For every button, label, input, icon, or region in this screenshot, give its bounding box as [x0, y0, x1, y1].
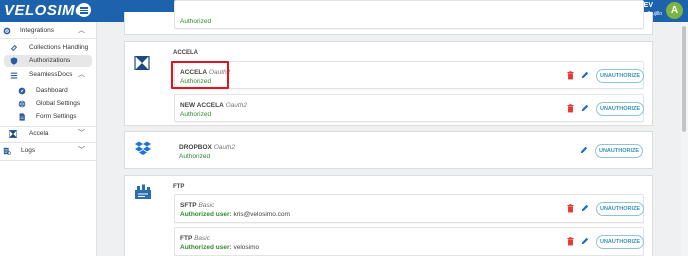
- divider: [0, 38, 97, 39]
- auth-type: Basic: [194, 235, 210, 242]
- hamburger-menu-icon[interactable]: [77, 3, 91, 17]
- pencil-icon[interactable]: [581, 237, 589, 245]
- authorization-status: Authorized user: velosimo: [180, 244, 259, 251]
- integration-card-partial: Authorized: [124, 0, 653, 35]
- globe-icon: [18, 100, 26, 108]
- document-icon: [19, 113, 25, 121]
- sidebar-item-collections-handling[interactable]: Collections Handling: [0, 42, 97, 54]
- unauthorize-button[interactable]: UNAUTHORIZE: [596, 235, 644, 249]
- shield-icon: [10, 57, 18, 65]
- authorization-item-dropbox: DROPBOX Oauth2 Authorized UNAUTHORIZE: [174, 137, 644, 165]
- unauthorize-button[interactable]: UNAUTHORIZE: [596, 202, 644, 216]
- divider: [0, 126, 97, 127]
- pencil-icon[interactable]: [581, 104, 589, 112]
- trash-icon[interactable]: [567, 204, 574, 213]
- unauthorize-button[interactable]: UNAUTHORIZE: [596, 69, 644, 83]
- authorization-item: Authorized: [174, 0, 644, 29]
- accela-logo-icon: [134, 56, 150, 70]
- sidebar-item-label: Collections Handling: [29, 44, 89, 51]
- card-title: ACCELA: [173, 50, 198, 56]
- ftp-logo-icon: [135, 184, 151, 199]
- highlight-box: [171, 61, 229, 89]
- sidebar-item-seamlessdocs[interactable]: SeamlessDocs ︿: [0, 69, 97, 81]
- sidebar-item-integrations[interactable]: Integrations ︿: [0, 25, 97, 37]
- scrollbar-thumb[interactable]: [682, 26, 686, 132]
- authorization-item-new-accela: NEW ACCELA Oauth2 Authorized UNAUTHORIZE: [174, 94, 644, 122]
- link-icon: [10, 44, 18, 52]
- sidebar-item-global-settings[interactable]: Global Settings: [0, 98, 97, 110]
- sidebar-item-label: Authorizations: [29, 57, 71, 64]
- sidebar-item-dashboard[interactable]: Dashboard: [0, 85, 97, 97]
- integration-name: FTP: [180, 235, 193, 242]
- chevron-down-icon: ﹀: [78, 147, 85, 154]
- dropbox-card: DROPBOX Oauth2 Authorized UNAUTHORIZE: [124, 131, 653, 169]
- divider: [0, 142, 97, 143]
- authorization-name: DROPBOX Oauth2: [179, 144, 235, 151]
- authorized-user-value: kris@velosimo.com: [233, 211, 290, 218]
- authorization-status: Authorized: [179, 153, 211, 160]
- sidebar-item-label: Dashboard: [36, 87, 68, 94]
- authorization-name: SFTP Basic: [180, 202, 214, 209]
- trash-icon[interactable]: [567, 104, 574, 113]
- integration-name: NEW ACCELA: [180, 102, 224, 109]
- chevron-down-icon: ﹀: [78, 130, 85, 137]
- auth-type: Oauth2: [225, 102, 247, 109]
- chevron-up-icon: ︿: [78, 27, 85, 34]
- authorization-name: FTP Basic: [180, 235, 210, 242]
- sidebar-item-label: SeamlessDocs: [29, 71, 73, 78]
- sidebar-item-label: Logs: [21, 147, 36, 154]
- unauthorize-button[interactable]: UNAUTHORIZE: [596, 102, 644, 116]
- card-title: FTP: [173, 184, 185, 190]
- authorization-item-ftp: FTP Basic Authorized user: velosimo UNAU…: [174, 227, 644, 256]
- pencil-icon[interactable]: [581, 71, 589, 79]
- divider: [0, 160, 97, 161]
- sidebar: Integrations ︿ Collections Handling Auth…: [0, 22, 97, 256]
- sidebar-item-form-settings[interactable]: Form Settings: [0, 111, 97, 123]
- sidebar-item-label: Global Settings: [36, 100, 81, 107]
- auth-type: Basic: [198, 202, 215, 209]
- authorized-user-value: velosimo: [233, 244, 260, 251]
- sidebar-item-label: Accela: [29, 130, 49, 137]
- user-avatar[interactable]: A: [666, 2, 683, 19]
- ftp-card: FTP SFTP Basic Authorized user: kris@vel…: [124, 175, 653, 256]
- authorized-user-label: Authorized user:: [180, 244, 232, 251]
- sidebar-item-label: Form Settings: [36, 113, 77, 120]
- chevron-up-icon: ︿: [78, 71, 85, 78]
- trash-icon[interactable]: [567, 237, 574, 246]
- sidebar-item-label: Integrations: [20, 27, 54, 34]
- dropbox-logo-icon: [135, 141, 151, 155]
- integration-name: DROPBOX: [179, 144, 212, 151]
- sliders-icon: [10, 72, 18, 79]
- unauthorize-button[interactable]: UNAUTHORIZE: [595, 144, 643, 158]
- authorization-status: Authorized: [180, 18, 212, 25]
- authorization-item-sftp: SFTP Basic Authorized user: kris@velosim…: [174, 194, 644, 223]
- authorization-name: NEW ACCELA Oauth2: [180, 102, 247, 109]
- gear-icon: [3, 27, 11, 35]
- sidebar-item-authorizations[interactable]: Authorizations: [4, 55, 92, 67]
- sidebar-item-logs[interactable]: Logs ﹀: [0, 145, 97, 157]
- authorization-item-accela: ACCELA Oauth2 Authorized UNAUTHORIZE: [174, 61, 644, 89]
- authorized-user-label: Authorized user:: [180, 211, 232, 218]
- sidebar-item-accela[interactable]: Accela ﹀: [0, 128, 97, 140]
- logs-icon: [3, 147, 11, 155]
- trash-icon[interactable]: [567, 71, 574, 80]
- velosimo-logo[interactable]: VELOSIMO: [4, 2, 87, 19]
- compass-icon: [18, 87, 26, 95]
- pencil-icon[interactable]: [581, 204, 589, 212]
- auth-type: Oauth2: [213, 144, 236, 151]
- authorization-status: Authorized: [180, 111, 212, 118]
- pencil-icon[interactable]: [580, 146, 588, 154]
- integration-name: SFTP: [180, 202, 197, 209]
- accela-logo-icon: [9, 130, 17, 138]
- authorization-status: Authorized user: kris@velosimo.com: [180, 211, 290, 218]
